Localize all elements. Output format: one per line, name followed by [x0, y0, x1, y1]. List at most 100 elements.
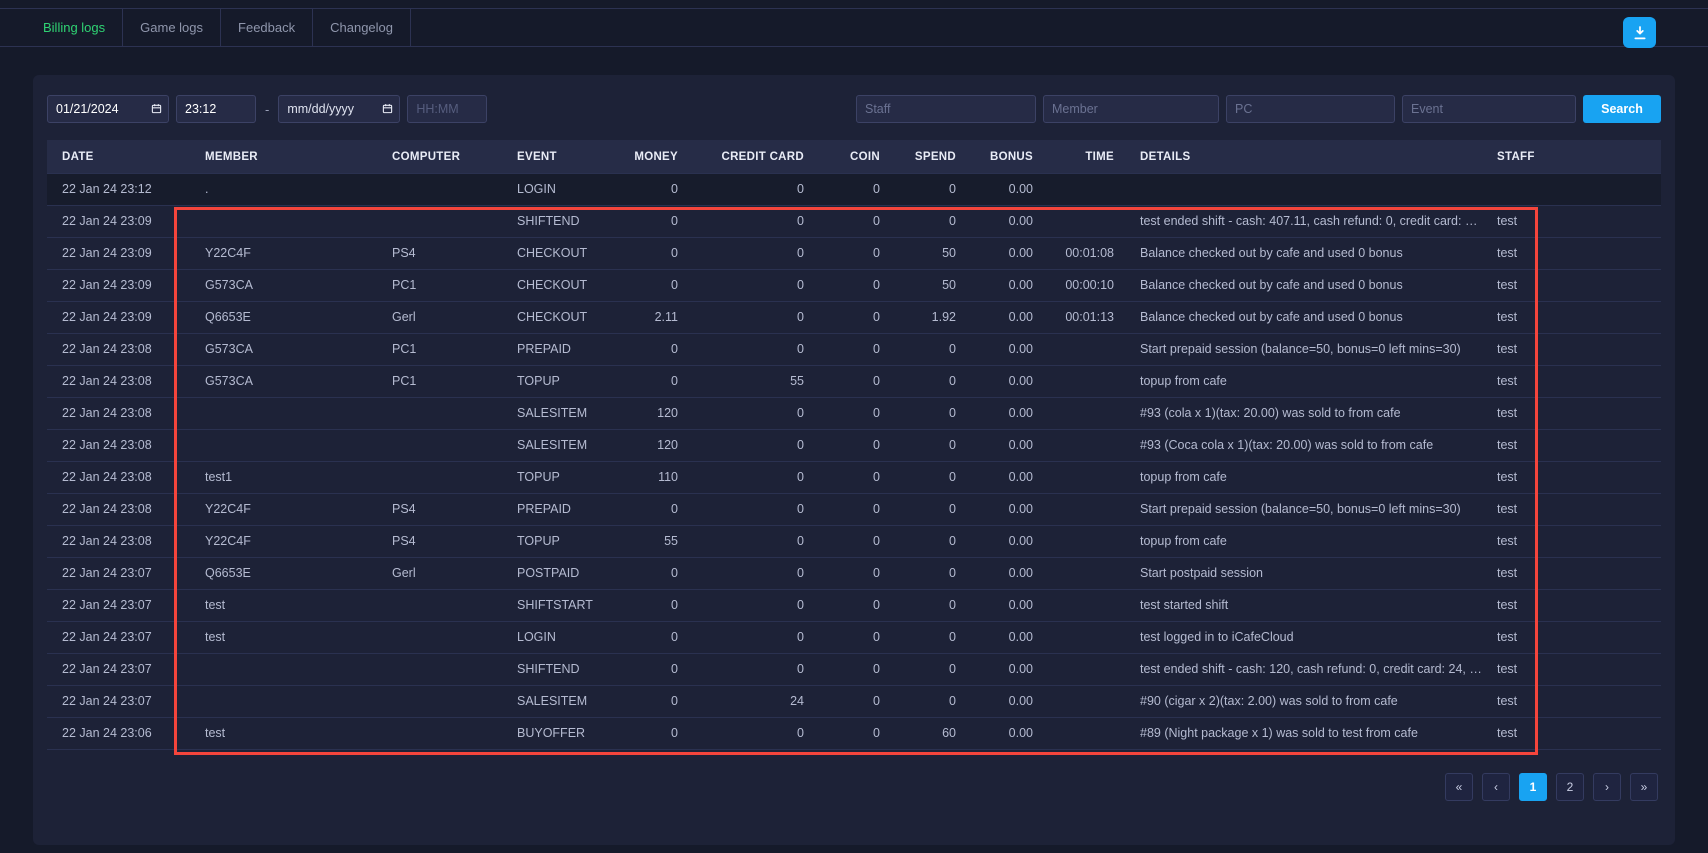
cell-coin: 0 — [806, 334, 882, 365]
cell-bonus: 0.00 — [958, 366, 1035, 397]
event-filter-input[interactable] — [1402, 95, 1576, 123]
cell-computer: PC1 — [377, 270, 502, 301]
download-button[interactable] — [1623, 17, 1656, 48]
start-date-input[interactable] — [47, 95, 169, 123]
cell-staff: test — [1482, 526, 1661, 557]
cell-event: PREPAID — [502, 494, 595, 525]
cell-credit_card: 0 — [680, 462, 806, 493]
tab-billing-logs[interactable]: Billing logs — [26, 9, 123, 46]
cell-bonus: 0.00 — [958, 302, 1035, 333]
cell-member: test — [190, 590, 377, 621]
cell-credit_card: 0 — [680, 558, 806, 589]
cell-credit_card: 0 — [680, 430, 806, 461]
table-row: 22 Jan 24 23:07testLOGIN00000.00test log… — [47, 622, 1661, 654]
cell-computer: PS4 — [377, 238, 502, 269]
cell-details: #89 (Night package x 1) was sold to test… — [1116, 718, 1482, 749]
cell-member: G573CA — [190, 334, 377, 365]
cell-details: test ended shift - cash: 120, cash refun… — [1116, 654, 1482, 685]
cell-details: Start prepaid session (balance=50, bonus… — [1116, 494, 1482, 525]
cell-member: test1 — [190, 462, 377, 493]
staff-filter-input[interactable] — [856, 95, 1036, 123]
cell-event: SHIFTEND — [502, 206, 595, 237]
member-filter-input[interactable] — [1043, 95, 1219, 123]
cell-coin: 0 — [806, 206, 882, 237]
column-header-date: DATE — [47, 140, 190, 174]
pc-filter-input[interactable] — [1226, 95, 1395, 123]
cell-member: test — [190, 622, 377, 653]
column-header-time: TIME — [1035, 140, 1116, 174]
cell-computer: PC1 — [377, 366, 502, 397]
cell-staff: test — [1482, 334, 1661, 365]
cell-date: 22 Jan 24 23:08 — [47, 430, 190, 461]
cell-date: 22 Jan 24 23:08 — [47, 494, 190, 525]
cell-credit_card: 0 — [680, 174, 806, 205]
end-time-input[interactable] — [407, 95, 487, 123]
start-time-input[interactable] — [176, 95, 256, 123]
cell-event: LOGIN — [502, 174, 595, 205]
table-row: 22 Jan 24 23:07Q6653EGerlPOSTPAID00000.0… — [47, 558, 1661, 590]
last-page-button[interactable]: » — [1630, 773, 1658, 801]
cell-date: 22 Jan 24 23:07 — [47, 590, 190, 621]
page-1-button[interactable]: 1 — [1519, 773, 1547, 801]
cell-member: Y22C4F — [190, 494, 377, 525]
tab-feedback[interactable]: Feedback — [221, 9, 313, 46]
cell-money: 120 — [595, 398, 680, 429]
cell-event: POSTPAID — [502, 558, 595, 589]
cell-coin: 0 — [806, 462, 882, 493]
cell-date: 22 Jan 24 23:07 — [47, 622, 190, 653]
cell-time: 00:01:08 — [1035, 238, 1116, 269]
table-row: 22 Jan 24 23:08G573CAPC1TOPUP055000.00to… — [47, 366, 1661, 398]
cell-spend: 0 — [882, 590, 958, 621]
cell-event: PREPAID — [502, 334, 595, 365]
table-row: 22 Jan 24 23:09Y22C4FPS4CHECKOUT000500.0… — [47, 238, 1661, 270]
table-row: 22 Jan 24 23:08SALESITEM1200000.00#93 (C… — [47, 430, 1661, 462]
column-header-details: DETAILS — [1116, 140, 1482, 174]
cell-money: 0 — [595, 718, 680, 749]
cell-money: 0 — [595, 334, 680, 365]
cell-credit_card: 24 — [680, 686, 806, 717]
column-header-member: MEMBER — [190, 140, 377, 174]
first-page-button[interactable]: « — [1445, 773, 1473, 801]
cell-credit_card: 55 — [680, 366, 806, 397]
cell-staff: test — [1482, 654, 1661, 685]
tab-game-logs[interactable]: Game logs — [123, 9, 221, 46]
cell-bonus: 0.00 — [958, 494, 1035, 525]
tab-changelog[interactable]: Changelog — [313, 9, 411, 46]
cell-spend: 50 — [882, 238, 958, 269]
cell-staff: test — [1482, 206, 1661, 237]
cell-member: Y22C4F — [190, 238, 377, 269]
cell-staff: test — [1482, 686, 1661, 717]
table-row: 22 Jan 24 23:12.LOGIN00000.00 — [47, 174, 1661, 206]
cell-computer: PS4 — [377, 494, 502, 525]
cell-spend: 0 — [882, 654, 958, 685]
cell-money: 0 — [595, 206, 680, 237]
cell-bonus: 0.00 — [958, 398, 1035, 429]
cell-credit_card: 0 — [680, 270, 806, 301]
table-body: 22 Jan 24 23:12.LOGIN00000.0022 Jan 24 2… — [47, 174, 1661, 750]
cell-member: G573CA — [190, 366, 377, 397]
cell-spend: 0 — [882, 494, 958, 525]
column-header-event: EVENT — [502, 140, 595, 174]
cell-bonus: 0.00 — [958, 686, 1035, 717]
tab-bar-tabs: Billing logsGame logsFeedbackChangelog — [26, 9, 1708, 46]
cell-staff: test — [1482, 366, 1661, 397]
prev-page-button[interactable]: ‹ — [1482, 773, 1510, 801]
end-date-input[interactable] — [278, 95, 400, 123]
cell-date: 22 Jan 24 23:06 — [47, 718, 190, 749]
cell-event: SALESITEM — [502, 686, 595, 717]
cell-date: 22 Jan 24 23:07 — [47, 558, 190, 589]
cell-details: test ended shift - cash: 407.11, cash re… — [1116, 206, 1482, 237]
cell-bonus: 0.00 — [958, 654, 1035, 685]
cell-event: SHIFTSTART — [502, 590, 595, 621]
next-page-button[interactable]: › — [1593, 773, 1621, 801]
cell-details: Start prepaid session (balance=50, bonus… — [1116, 334, 1482, 365]
cell-credit_card: 0 — [680, 206, 806, 237]
cell-coin: 0 — [806, 622, 882, 653]
table-row: 22 Jan 24 23:07testSHIFTSTART00000.00tes… — [47, 590, 1661, 622]
cell-staff: test — [1482, 302, 1661, 333]
search-button[interactable]: Search — [1583, 95, 1661, 123]
cell-details: topup from cafe — [1116, 366, 1482, 397]
start-date-wrapper — [47, 95, 169, 123]
cell-details: #90 (cigar x 2)(tax: 2.00) was sold to f… — [1116, 686, 1482, 717]
page-2-button[interactable]: 2 — [1556, 773, 1584, 801]
